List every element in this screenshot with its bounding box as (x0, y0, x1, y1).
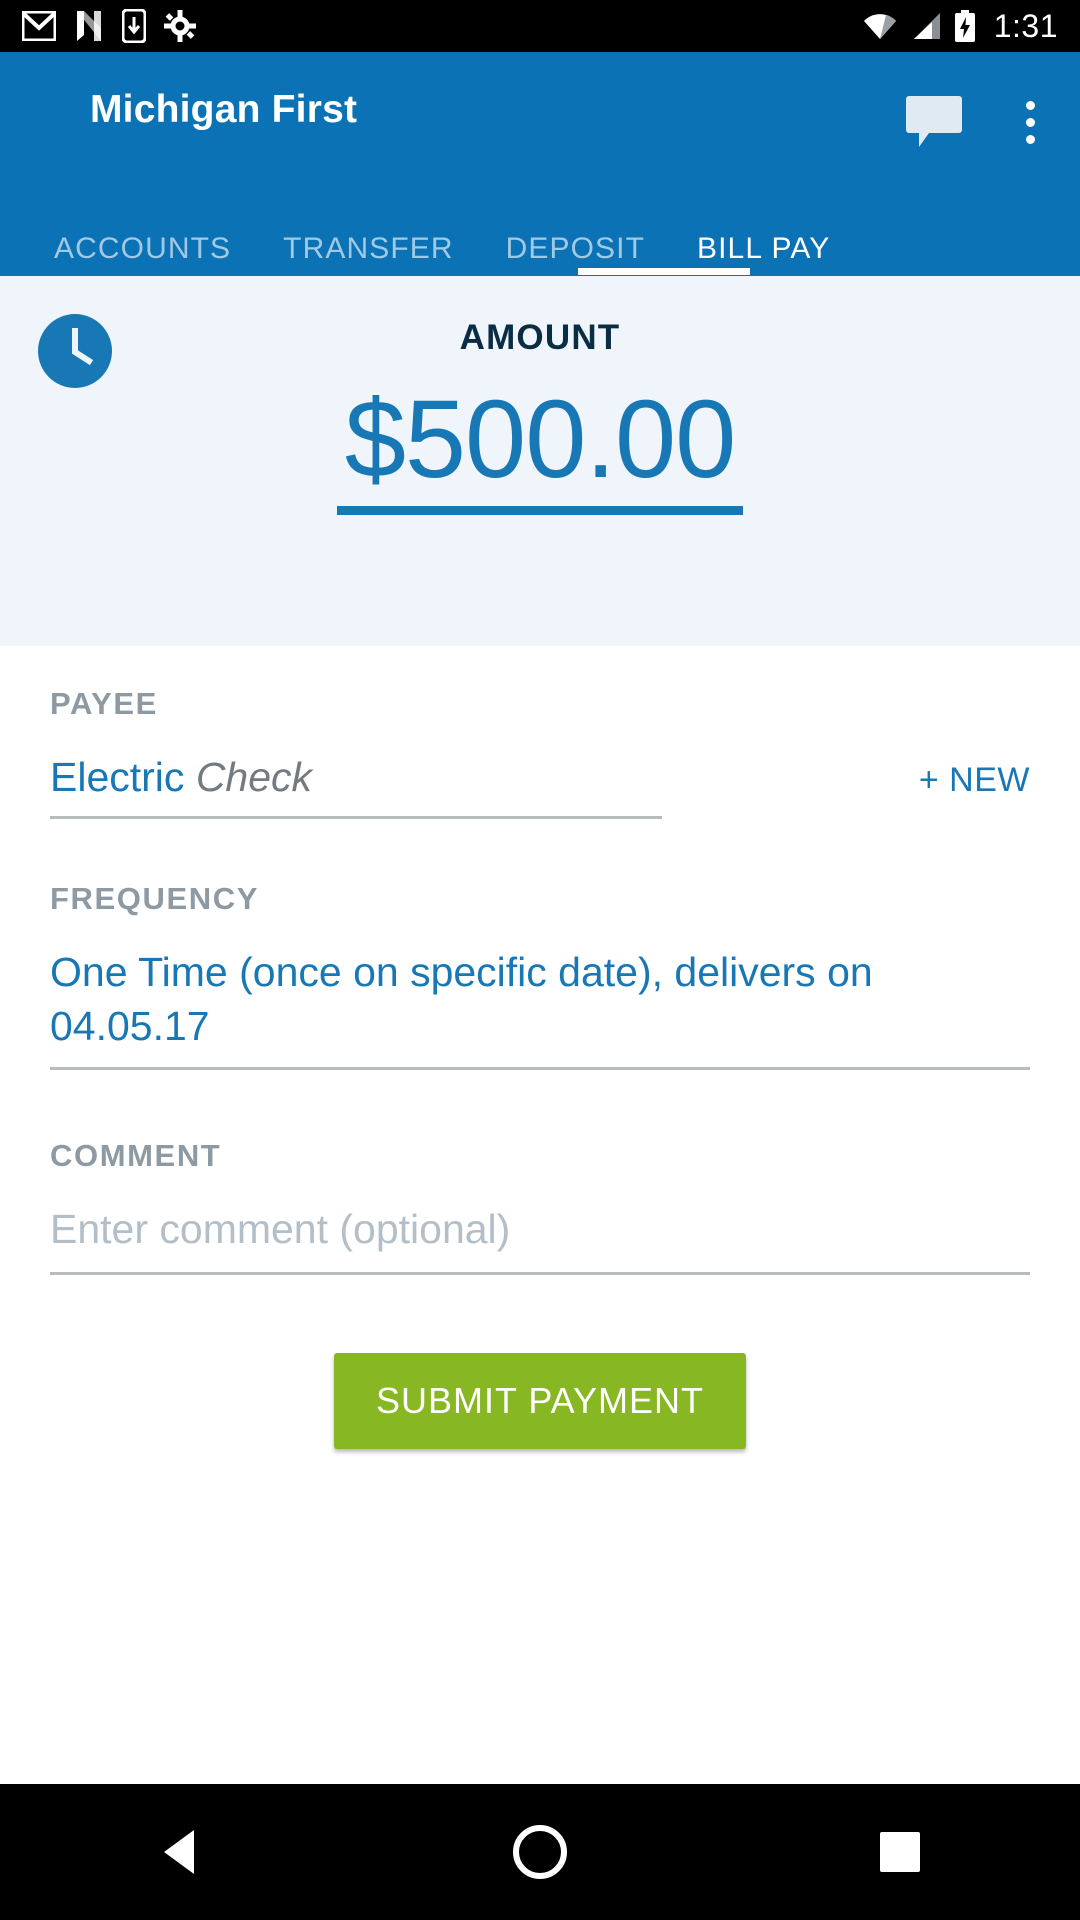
cellular-signal-icon (913, 13, 940, 39)
payee-label: PAYEE (50, 686, 158, 721)
payee-account-type: Check (195, 754, 313, 800)
frequency-label: FREQUENCY (50, 881, 260, 917)
wifi-icon (863, 14, 896, 40)
status-bar: 1:31 (0, 0, 1080, 52)
netflix-n-icon (77, 11, 101, 41)
overflow-dot-2 (1025, 117, 1035, 127)
overflow-dot-1 (1025, 100, 1035, 110)
payee-name: Electric (50, 754, 185, 800)
status-bar-clock: 1:31 (993, 8, 1058, 44)
comment-label: COMMENT (50, 1138, 222, 1174)
frequency-field-group: FREQUENCY One Time (once on specific dat… (0, 881, 1080, 1071)
status-bar-right-icons: 1:31 (862, 10, 1058, 42)
app-title: Michigan First (90, 88, 358, 131)
payee-row: Electric Check + NEW (50, 750, 1030, 814)
app-bar-actions (904, 90, 1052, 154)
payee-field-group: PAYEE Electric Check + NEW (0, 686, 1080, 820)
amount-panel: AMOUNT $500.00 (0, 276, 1080, 646)
submit-payment-button[interactable]: SUBMIT PAYMENT (333, 1353, 747, 1450)
payee-value[interactable]: Electric Check (50, 750, 312, 814)
tab-accounts[interactable]: ACCOUNTS (28, 232, 257, 266)
comment-underline (50, 1272, 1030, 1276)
add-new-payee-button[interactable]: + NEW (919, 761, 1030, 800)
tab-transfer[interactable]: TRANSFER (257, 232, 479, 266)
app-screen: 1:31 Michigan First ACCOUNTS TRANSFER DE… (0, 0, 1080, 1920)
amount-label: AMOUNT (459, 318, 621, 357)
battery-charging-icon (954, 10, 975, 42)
nav-back-button[interactable] (120, 1792, 240, 1912)
tab-deposit[interactable]: DEPOSIT (480, 232, 671, 266)
settings-gear-icon (164, 10, 196, 42)
home-circle-icon (513, 1825, 567, 1879)
payee-underline (50, 816, 662, 820)
status-bar-left-icons (22, 9, 196, 43)
tab-bar: ACCOUNTS TRANSFER DEPOSIT BILL PAY (0, 232, 1080, 276)
chat-button[interactable] (904, 92, 964, 152)
amount-value-container: $500.00 (0, 380, 1080, 515)
chat-bubble-icon (906, 96, 962, 147)
gmail-icon (22, 11, 56, 41)
back-triangle-icon (164, 1830, 194, 1874)
comment-field-group: COMMENT Enter comment (optional) (0, 1138, 1080, 1276)
frequency-value[interactable]: One Time (once on specific date), delive… (50, 945, 1030, 1063)
bill-pay-form: PAYEE Electric Check + NEW FREQUENCY One… (0, 646, 1080, 1450)
tab-bill-pay[interactable]: BILL PAY (671, 232, 856, 266)
submit-button-container: SUBMIT PAYMENT (0, 1353, 1080, 1450)
recents-square-icon (880, 1832, 920, 1872)
amount-value[interactable]: $500.00 (336, 380, 744, 515)
nav-recents-button[interactable] (840, 1792, 960, 1912)
tab-active-indicator (578, 268, 750, 275)
nav-home-button[interactable] (480, 1792, 600, 1912)
download-icon (122, 9, 146, 43)
comment-input[interactable]: Enter comment (optional) (50, 1202, 1030, 1266)
system-navigation-bar (0, 1784, 1080, 1920)
overflow-menu-button[interactable] (1008, 90, 1052, 154)
overflow-dot-3 (1025, 134, 1035, 144)
frequency-underline (50, 1067, 1030, 1071)
